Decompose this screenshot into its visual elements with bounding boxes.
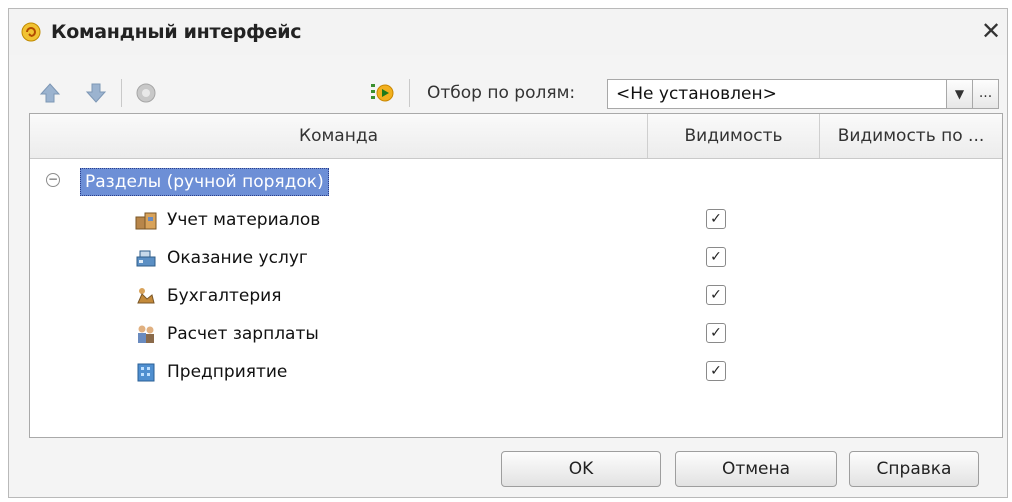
visibility-checkbox[interactable]: ✓ <box>706 361 726 381</box>
item-label: Расчет зарплаты <box>167 324 319 344</box>
cancel-button[interactable]: Отмена <box>675 451 837 487</box>
refresh-icon[interactable] <box>133 80 159 106</box>
close-button[interactable]: ✕ <box>979 18 1003 44</box>
column-header-command[interactable]: Команда <box>30 114 648 158</box>
run-icon[interactable] <box>369 80 395 106</box>
app-logo-icon <box>21 22 41 42</box>
visibility-checkbox[interactable]: ✓ <box>706 247 726 267</box>
warehouse-icon <box>135 212 157 230</box>
cash-register-icon <box>136 250 156 267</box>
arrow-up-icon[interactable] <box>37 80 63 106</box>
item-label: Предприятие <box>167 362 288 382</box>
group-row-sections[interactable]: − Разделы (ручной порядок) <box>30 163 1002 201</box>
visibility-checkbox[interactable]: ✓ <box>706 285 726 305</box>
title-bar: Командный интерфейс ✕ <box>9 9 1007 55</box>
role-filter-input[interactable]: <Не установлен> <box>607 79 947 109</box>
item-label: Учет материалов <box>167 210 321 230</box>
role-filter-label: Отбор по ролям: <box>427 83 576 103</box>
toolbar-separator <box>409 79 410 107</box>
visibility-checkbox[interactable]: ✓ <box>706 209 726 229</box>
table-row[interactable]: Бухгалтерия ✓ <box>30 278 1002 316</box>
help-button[interactable]: Справка <box>849 451 979 487</box>
table-row[interactable]: Оказание услуг ✓ <box>30 240 1002 278</box>
group-label[interactable]: Разделы (ручной порядок) <box>80 168 329 196</box>
people-icon <box>138 325 154 343</box>
toolbar-separator <box>121 79 122 107</box>
window-title: Командный интерфейс <box>51 21 302 43</box>
command-interface-dialog: Командный интерфейс ✕ Отбор по ролям: <Н… <box>8 8 1008 498</box>
table-row[interactable]: Расчет зарплаты ✓ <box>30 316 1002 354</box>
collapse-icon[interactable]: − <box>46 173 60 187</box>
item-label: Оказание услуг <box>167 248 308 268</box>
chevron-down-icon[interactable]: ▼ <box>947 79 973 109</box>
ok-button[interactable]: OK <box>501 451 661 487</box>
item-label: Бухгалтерия <box>167 286 282 306</box>
commands-table: Команда Видимость Видимость по ... − Раз… <box>29 113 1003 438</box>
column-header-visibility-by-roles[interactable]: Видимость по ... <box>820 114 1002 158</box>
arrow-down-icon[interactable] <box>83 80 109 106</box>
enterprise-icon <box>137 363 155 382</box>
column-header-visibility[interactable]: Видимость <box>648 114 820 158</box>
table-row[interactable]: Предприятие ✓ <box>30 354 1002 392</box>
table-header: Команда Видимость Видимость по ... <box>30 114 1002 159</box>
visibility-checkbox[interactable]: ✓ <box>706 323 726 343</box>
select-more-button[interactable]: ... <box>973 79 999 109</box>
table-row[interactable]: Учет материалов ✓ <box>30 202 1002 240</box>
accounting-icon <box>137 288 155 304</box>
